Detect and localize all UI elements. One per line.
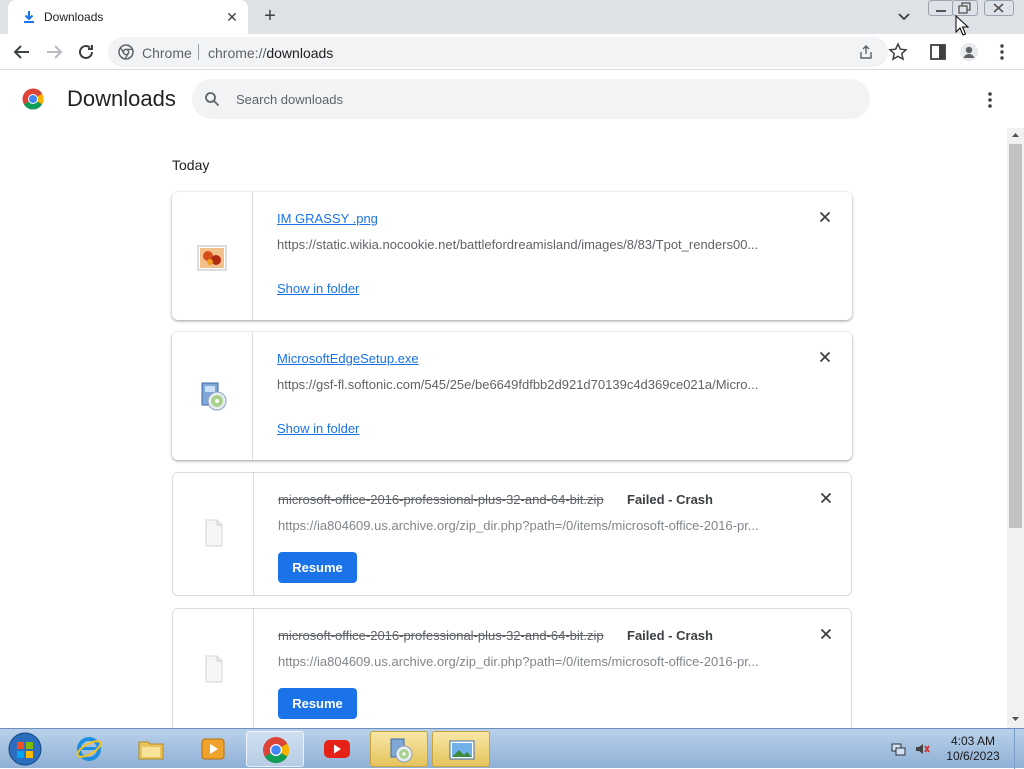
scroll-down-arrow-icon[interactable]: [1007, 712, 1024, 726]
chrome-taskbar-icon: [263, 737, 290, 764]
show-desktop-button[interactable]: [1014, 729, 1024, 769]
search-box[interactable]: [192, 79, 870, 119]
tab-title: Downloads: [44, 10, 104, 24]
folder-icon: [138, 741, 164, 760]
download-item: microsoft-office-2016-professional-plus-…: [172, 608, 852, 732]
internet-explorer-icon: [76, 737, 102, 761]
generic-file-icon: [205, 655, 223, 683]
tab-close-button[interactable]: ✕: [224, 9, 240, 25]
file-icon-column: [173, 609, 254, 731]
chrome-logo-icon: [22, 88, 44, 110]
clock-time: 4:03 AM: [950, 734, 996, 748]
mouse-cursor-icon: [955, 15, 969, 36]
media-player-icon: [201, 738, 225, 760]
file-name-failed: microsoft-office-2016-professional-plus-…: [278, 492, 604, 507]
new-tab-button[interactable]: +: [258, 6, 282, 28]
share-icon[interactable]: [858, 44, 874, 60]
forward-icon[interactable]: [42, 40, 66, 64]
scroll-up-arrow-icon[interactable]: [1007, 128, 1024, 142]
omnibox-url: chrome://downloads: [208, 45, 333, 61]
search-input[interactable]: [236, 89, 836, 109]
taskbar-youtube[interactable]: [308, 731, 366, 767]
url-path: downloads: [266, 45, 334, 61]
taskbar-photo-viewer[interactable]: [432, 731, 490, 767]
side-panel-icon[interactable]: [928, 42, 948, 62]
downloads-menu-icon[interactable]: [982, 90, 998, 110]
taskbar-installer[interactable]: [370, 731, 428, 767]
network-tray-icon[interactable]: [890, 741, 906, 757]
close-window-button[interactable]: [984, 0, 1014, 16]
taskbar-internet-explorer[interactable]: [60, 731, 118, 767]
photo-viewer-icon: [449, 740, 475, 760]
remove-item-close-icon[interactable]: [818, 626, 834, 642]
downloads-header: Downloads: [0, 70, 1024, 128]
resume-button[interactable]: Resume: [278, 552, 357, 583]
remove-item-close-icon[interactable]: [817, 209, 833, 225]
remove-item-close-icon[interactable]: [818, 490, 834, 506]
chrome-menu-icon[interactable]: [992, 42, 1012, 62]
download-status: Failed - Crash: [627, 628, 713, 643]
file-icon-column: [173, 473, 254, 595]
download-item: IM GRASSY .png https://static.wikia.noco…: [172, 192, 852, 320]
omnibox-divider: [198, 44, 199, 60]
installer-icon: [390, 738, 413, 763]
date-section-heading: Today: [172, 157, 210, 173]
search-icon: [205, 92, 220, 107]
download-status: Failed - Crash: [627, 492, 713, 507]
omnibox-scheme-label: Chrome: [142, 45, 192, 61]
file-name-link[interactable]: IM GRASSY .png: [277, 211, 378, 226]
start-button-icon[interactable]: [6, 731, 44, 767]
image-file-icon: [197, 245, 227, 271]
installer-file-icon: [201, 382, 227, 411]
restore-button[interactable]: [952, 0, 978, 16]
back-icon[interactable]: [10, 40, 34, 64]
taskbar-clock[interactable]: 4:03 AM 10/6/2023: [940, 734, 1006, 764]
taskbar-google-chrome[interactable]: [246, 731, 304, 767]
tab-strip: Downloads ✕ +: [0, 0, 1024, 34]
download-icon: [24, 11, 34, 23]
url-prefix: chrome://: [208, 45, 267, 61]
file-icon-column: [172, 192, 253, 320]
page-scrollbar[interactable]: [1007, 128, 1024, 728]
browser-toolbar: Chrome chrome://downloads: [0, 34, 1024, 70]
show-in-folder-link[interactable]: Show in folder: [277, 281, 359, 296]
taskbar-windows-explorer[interactable]: [122, 731, 180, 767]
file-name-failed: microsoft-office-2016-professional-plus-…: [278, 628, 604, 643]
bookmark-star-icon[interactable]: [888, 42, 908, 62]
download-item: MicrosoftEdgeSetup.exe https://gsf-fl.so…: [172, 332, 852, 460]
tab-downloads[interactable]: Downloads ✕: [8, 0, 248, 34]
remove-item-close-icon[interactable]: [817, 349, 833, 365]
download-source-url[interactable]: https://ia804609.us.archive.org/zip_dir.…: [278, 654, 773, 669]
tab-search-icon[interactable]: [893, 8, 915, 26]
file-icon-column: [172, 332, 253, 460]
minimize-button[interactable]: [928, 0, 954, 16]
clock-date: 10/6/2023: [946, 749, 1000, 763]
profile-avatar-icon[interactable]: [959, 42, 979, 62]
page-title: Downloads: [67, 86, 176, 111]
reload-icon[interactable]: [74, 40, 98, 64]
download-source-url[interactable]: https://gsf-fl.softonic.com/545/25e/be66…: [277, 377, 777, 392]
chrome-site-icon: [118, 44, 134, 60]
generic-file-icon: [205, 519, 223, 547]
download-item: microsoft-office-2016-professional-plus-…: [172, 472, 852, 596]
download-source-url[interactable]: https://ia804609.us.archive.org/zip_dir.…: [278, 518, 773, 533]
windows-taskbar: 4:03 AM 10/6/2023: [0, 728, 1024, 769]
taskbar-media-player[interactable]: [184, 731, 242, 767]
omnibox[interactable]: Chrome chrome://downloads: [108, 37, 888, 67]
scroll-thumb[interactable]: [1009, 144, 1022, 528]
youtube-icon: [324, 740, 350, 758]
file-name-link[interactable]: MicrosoftEdgeSetup.exe: [277, 351, 419, 366]
volume-muted-tray-icon[interactable]: [914, 741, 930, 757]
show-in-folder-link[interactable]: Show in folder: [277, 421, 359, 436]
download-source-url[interactable]: https://static.wikia.nocookie.net/battle…: [277, 237, 777, 252]
resume-button[interactable]: Resume: [278, 688, 357, 719]
